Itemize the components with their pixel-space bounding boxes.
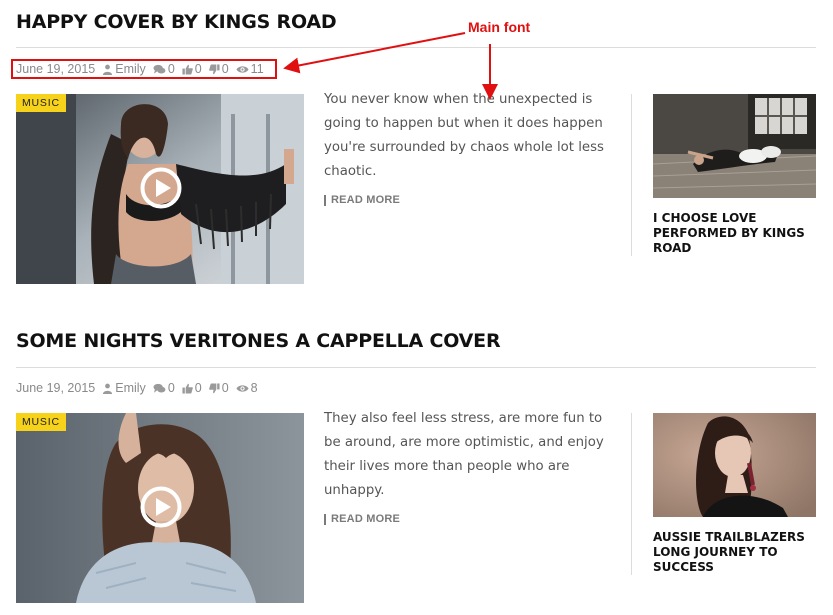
user-icon [103, 383, 113, 394]
play-icon[interactable] [140, 167, 182, 209]
post-meta: June 19, 2015 Emily 0 0 0 8 [16, 381, 265, 395]
read-more-link[interactable]: READ MORE [324, 514, 400, 525]
comments-icon [153, 383, 166, 393]
related-post-title[interactable]: AUSSIE TRAILBLAZERS LONG JOURNEY TO SUCC… [653, 530, 813, 575]
post-title-link[interactable]: HAPPY COVER BY KINGS ROAD [16, 11, 337, 33]
post-excerpt: They also feel less stress, are more fun… [324, 411, 604, 498]
category-badge[interactable]: MUSIC [16, 413, 66, 431]
column-divider [631, 413, 632, 575]
title-divider [16, 47, 816, 48]
eye-icon [236, 384, 249, 392]
post-title-link[interactable]: SOME NIGHTS VERITONES A CAPPELLA COVER [16, 330, 501, 352]
annotation-label: Main font [468, 19, 531, 35]
meta-views: 8 [236, 381, 258, 395]
meta-dislikes[interactable]: 0 [208, 381, 229, 395]
read-more-link[interactable]: READ MORE [324, 195, 400, 206]
post-2: SOME NIGHTS VERITONES A CAPPELLA COVER J… [16, 319, 816, 615]
related-post-title[interactable]: I CHOOSE LOVE PERFORMED BY KINGS ROAD [653, 211, 813, 256]
annotation-highlight-box [11, 59, 277, 79]
meta-likes[interactable]: 0 [182, 381, 202, 395]
column-divider [631, 94, 632, 256]
dancer-photo [653, 94, 816, 198]
post-thumbnail[interactable]: MUSIC [16, 413, 304, 603]
related-thumbnail[interactable] [653, 413, 816, 517]
play-icon[interactable] [140, 486, 182, 528]
post-1: HAPPY COVER BY KINGS ROAD June 19, 2015 … [16, 0, 816, 300]
post-thumbnail[interactable]: MUSIC [16, 94, 304, 284]
post-excerpt: You never know when the unexpected is go… [324, 92, 604, 179]
category-badge[interactable]: MUSIC [16, 94, 66, 112]
thumbs-up-icon [182, 383, 193, 394]
related-thumbnail[interactable] [653, 94, 816, 198]
woman-portrait-photo [653, 413, 816, 517]
meta-date[interactable]: June 19, 2015 [16, 381, 95, 395]
thumbs-down-icon [208, 382, 220, 393]
meta-comments[interactable]: 0 [153, 381, 175, 395]
title-divider [16, 367, 816, 368]
meta-author[interactable]: Emily [102, 381, 146, 395]
